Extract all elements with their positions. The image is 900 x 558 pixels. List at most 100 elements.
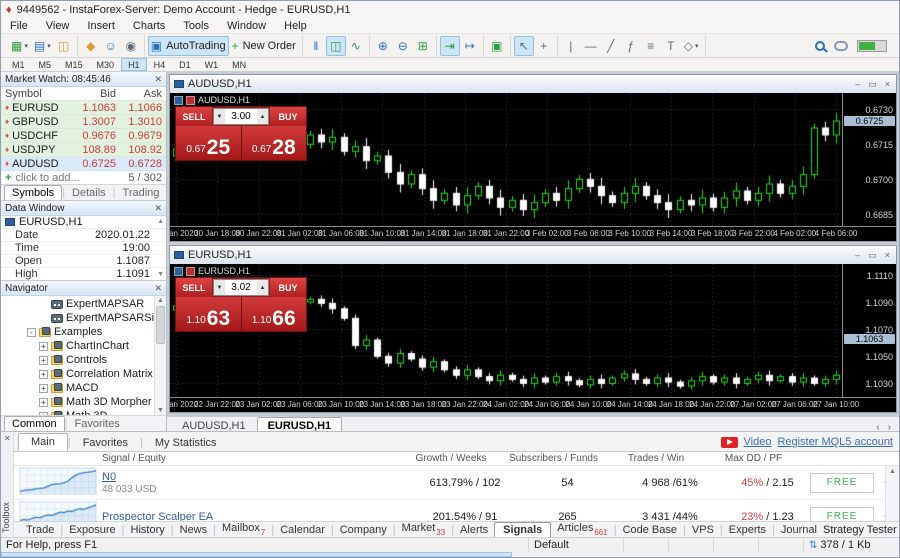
autotrading-button[interactable]: ▣AutoTrading [148,36,229,56]
column-symbol[interactable]: Symbol [1,88,74,100]
volume-value[interactable]: 3.00 [225,109,257,124]
navigator-item[interactable]: +Controls [1,353,166,367]
maximize-icon[interactable]: ▭ [868,79,877,90]
market-watch-row[interactable]: ♦GBPUSD1.30071.3010 [1,115,166,129]
timeframe-h1[interactable]: H1 [121,58,147,71]
scroll-down-icon[interactable]: ▼ [157,407,164,414]
close-icon[interactable]: ✕ [4,434,11,443]
line-chart-icon[interactable]: ∿ [346,36,366,56]
signal-name-link[interactable]: N0 [102,471,410,483]
search-icon[interactable] [815,41,825,51]
timeframe-m1[interactable]: M1 [5,58,32,71]
open-window-icon[interactable]: ◫ [54,36,74,56]
toolbox-tab-code-base[interactable]: Code Base [617,524,683,536]
cursor-icon[interactable]: ↖ [514,36,534,56]
column-signal-equity[interactable]: Signal / Equity [102,453,396,464]
volume-stepper[interactable]: ▼ 3.00 ▲ [213,108,269,125]
youtube-icon[interactable] [721,437,738,448]
volume-value[interactable]: 3.02 [225,280,257,295]
vertical-line-icon[interactable]: | [561,36,581,56]
volume-stepper[interactable]: ▼ 3.02 ▲ [213,279,269,296]
timeframe-mn[interactable]: MN [225,58,253,71]
navigator-item[interactable]: +MACD [1,381,166,395]
close-icon[interactable]: ✕ [154,74,162,85]
market-watch-tab-trading[interactable]: Trading [116,186,166,200]
scrollbar-thumb[interactable] [156,306,165,344]
chart-window-titlebar[interactable]: EURUSD,H1 – ▭ × [170,246,896,264]
close-icon[interactable]: × [885,79,890,90]
timeframe-m30[interactable]: M30 [90,58,122,71]
community-icon[interactable]: ☺ [101,36,121,56]
menu-item-window[interactable]: Window [218,20,275,32]
scroll-up-icon[interactable]: ▲ [157,297,164,304]
navigator-item[interactable]: ExpertMAPSARSizeOptim [1,311,166,325]
scroll-up-icon[interactable]: ▲ [157,218,164,225]
free-button[interactable]: FREE [810,507,874,522]
menu-item-insert[interactable]: Insert [78,20,124,32]
close-icon[interactable]: × [885,250,890,261]
horizontal-line-icon[interactable]: — [581,36,601,56]
market-watch-row[interactable]: ♦AUDUSD0.67250.6728 [1,157,166,171]
sell-button[interactable]: SELL [176,278,212,297]
close-icon[interactable]: ✕ [154,283,162,294]
toolbox-tab-mailbox[interactable]: Mailbox7 [216,522,271,536]
tree-toggle-icon[interactable]: - [27,328,36,337]
menu-item-tools[interactable]: Tools [174,20,218,32]
navigator-item[interactable]: ExpertMAPSAR [1,297,166,311]
horizontal-scrollbar-track[interactable] [1,552,899,557]
buy-price[interactable]: 0.67 28 [242,126,307,160]
column-maxdd-pf[interactable]: Max DD / PF [711,453,796,464]
free-button[interactable]: FREE [810,473,874,493]
scroll-up-icon[interactable]: ▲ [889,468,896,475]
crosshair-icon[interactable]: + [534,36,554,56]
toolbox-tab-trade[interactable]: Trade [20,524,60,536]
buy-button[interactable]: BUY [270,278,306,297]
signal-row[interactable]: N048 033 USD613.79% / 102544 968 /61%45%… [14,466,899,500]
tree-toggle-icon[interactable]: + [39,370,48,379]
column-bid[interactable]: Bid [74,88,120,100]
signal-name-link[interactable]: Prospector Scalper EA [102,511,410,522]
maximize-icon[interactable]: ▭ [868,250,877,261]
tree-toggle-icon[interactable]: + [39,398,48,407]
navigator-item[interactable]: +Math 3D Morpher [1,395,166,409]
tree-toggle-icon[interactable]: + [39,342,48,351]
market-watch-add-row[interactable]: + click to add... 5 / 302 [1,171,166,184]
shapes-icon[interactable]: ◇▾ [681,36,702,56]
toolbox-tab-signals[interactable]: Signals [494,522,551,538]
signals-scrollbar[interactable]: ▲ [885,466,899,521]
navigator-item[interactable]: -Examples [1,325,166,339]
payments-icon[interactable]: ◆ [81,36,101,56]
volume-down-icon[interactable]: ▼ [214,109,225,124]
sell-price[interactable]: 0.67 25 [176,126,242,160]
toolbox-tab-calendar[interactable]: Calendar [274,524,331,536]
signals-tab-main[interactable]: Main [18,433,68,451]
volume-up-icon[interactable]: ▲ [257,109,268,124]
profiles-icon[interactable]: ▤▾ [31,36,54,56]
toolbox-tab-alerts[interactable]: Alerts [454,524,494,536]
navigator-scrollbar[interactable]: ▲ ▼ [154,296,166,415]
buy-price[interactable]: 1.10 66 [242,297,307,331]
toolbox-tab-news[interactable]: News [174,524,214,536]
tree-toggle-icon[interactable]: + [39,356,48,365]
scroll-down-icon[interactable]: ▼ [157,271,164,278]
timeframe-h4[interactable]: H4 [147,58,173,71]
menu-item-file[interactable]: File [1,20,37,32]
video-link[interactable]: Video [744,436,772,448]
channel-icon[interactable]: ≡ [641,36,661,56]
sell-button[interactable]: SELL [176,107,212,126]
toolbox-tab-exposure[interactable]: Exposure [63,524,121,536]
toolbox-tab-market[interactable]: Market33 [396,522,452,536]
column-subscribers-funds[interactable]: Subscribers / Funds [506,453,601,464]
tree-toggle-icon[interactable]: + [39,384,48,393]
toolbox-tab-company[interactable]: Company [334,524,393,536]
zoom-in-icon[interactable]: ⊕ [373,36,393,56]
column-ask[interactable]: Ask [120,88,166,100]
menu-item-charts[interactable]: Charts [124,20,174,32]
chart-plot-area[interactable]: AUDUSD,H1 SELL ▼ 3.00 ▲ BUY [170,93,842,226]
navigator-item[interactable]: +ChartInChart [1,339,166,353]
timeframe-w1[interactable]: W1 [198,58,226,71]
market-watch-tab-details[interactable]: Details [65,186,113,200]
chart-shift-icon[interactable]: ↦ [460,36,480,56]
broadcast-icon[interactable]: ◉ [121,36,141,56]
auto-scroll-icon[interactable]: ⇥ [440,36,460,56]
